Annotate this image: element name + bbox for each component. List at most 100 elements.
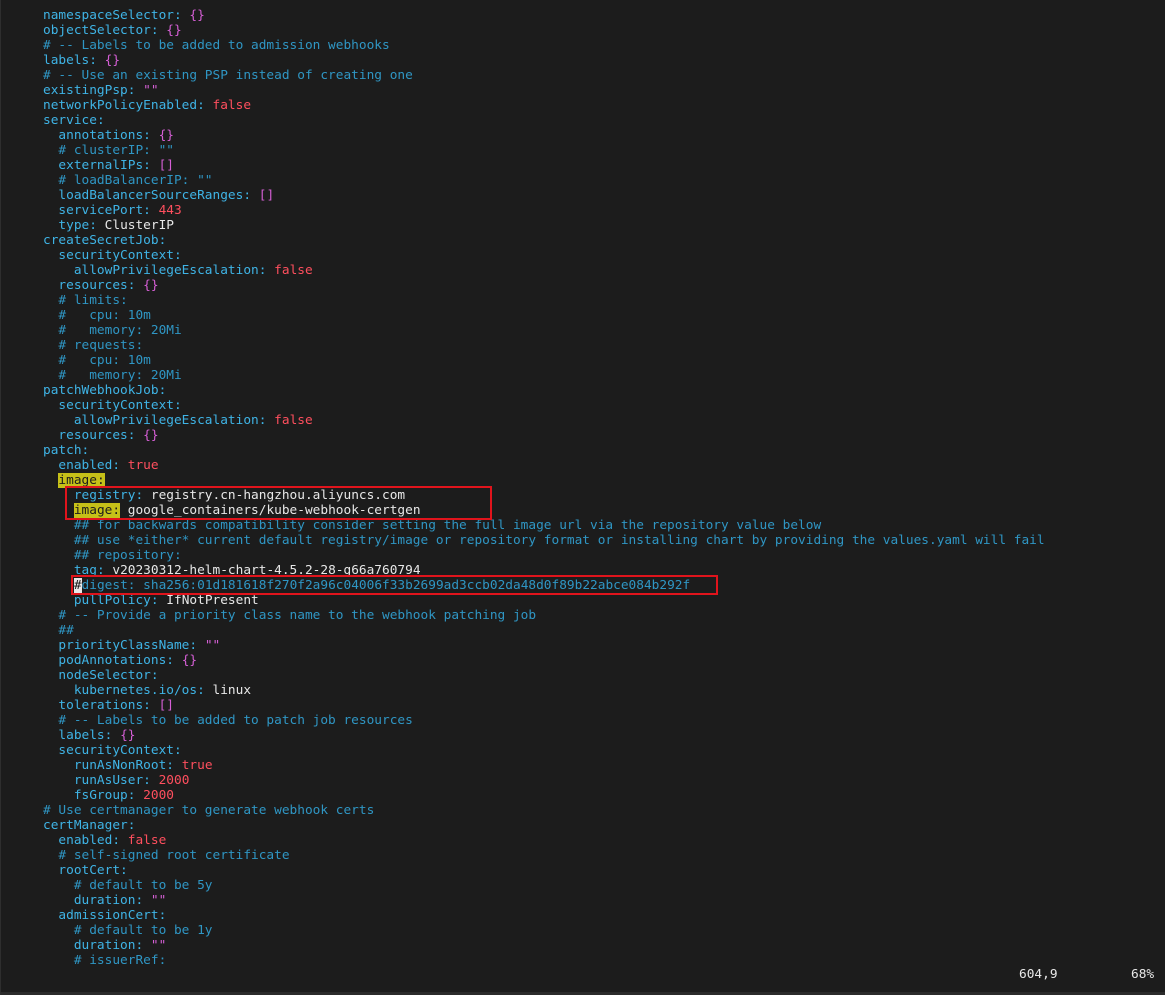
code-line[interactable]: admissionCert: — [43, 908, 1158, 923]
code-line[interactable]: certManager: — [43, 818, 1158, 833]
code-line[interactable]: ## — [43, 623, 1158, 638]
code-line[interactable]: priorityClassName: "" — [43, 638, 1158, 653]
code-line[interactable]: # limits: — [43, 293, 1158, 308]
code-line[interactable]: resources: {} — [43, 278, 1158, 293]
code-token: tolerations — [43, 698, 144, 713]
code-token: kubernetes.io/os — [43, 683, 198, 698]
code-line[interactable]: # self-signed root certificate — [43, 848, 1158, 863]
code-line[interactable]: tolerations: [] — [43, 698, 1158, 713]
code-line[interactable]: networkPolicyEnabled: false — [43, 98, 1158, 113]
code-token: labels — [43, 53, 90, 68]
code-line[interactable]: loadBalancerSourceRanges: [] — [43, 188, 1158, 203]
code-line[interactable]: ## use *either* current default registry… — [43, 533, 1158, 548]
code-token: : — [135, 488, 151, 503]
code-token: ## use *either* current default registry… — [43, 533, 1045, 548]
code-line[interactable]: patch: — [43, 443, 1158, 458]
code-line[interactable]: labels: {} — [43, 53, 1158, 68]
code-line[interactable]: enabled: false — [43, 833, 1158, 848]
code-line[interactable]: # default to be 1y — [43, 923, 1158, 938]
code-line[interactable]: existingPsp: "" — [43, 83, 1158, 98]
code-line[interactable]: # memory: 20Mi — [43, 323, 1158, 338]
code-token: : — [89, 53, 105, 68]
code-line[interactable]: # cpu: 10m — [43, 353, 1158, 368]
code-line[interactable]: # loadBalancerIP: "" — [43, 173, 1158, 188]
code-line[interactable]: # -- Use an existing PSP instead of crea… — [43, 68, 1158, 83]
code-line[interactable]: ## for backwards compatibility consider … — [43, 518, 1158, 533]
code-token: : — [158, 383, 167, 398]
code-token: 2000 — [143, 788, 174, 803]
code-token: digest: sha256:01d181618f270f2a96c04006f… — [81, 578, 691, 593]
code-line[interactable]: securityContext: — [43, 398, 1158, 413]
code-token: ## — [43, 623, 74, 638]
code-line[interactable]: # clusterIP: "" — [43, 143, 1158, 158]
terminal-window[interactable]: namespaceSelector: {} objectSelector: {} #… — [0, 0, 1165, 995]
code-line[interactable]: image: — [43, 473, 1158, 488]
code-line[interactable]: rootCert: — [43, 863, 1158, 878]
code-line[interactable]: kubernetes.io/os: linux — [43, 683, 1158, 698]
code-line[interactable]: externalIPs: [] — [43, 158, 1158, 173]
code-line[interactable]: runAsUser: 2000 — [43, 773, 1158, 788]
code-line[interactable]: createSecretJob: — [43, 233, 1158, 248]
code-line[interactable]: # Use certmanager to generate webhook ce… — [43, 803, 1158, 818]
code-token: : — [89, 218, 105, 233]
code-line[interactable]: pullPolicy: IfNotPresent — [43, 593, 1158, 608]
code-token: duration — [43, 893, 136, 908]
code-line[interactable]: nodeSelector: — [43, 668, 1158, 683]
code-token: podAnnotations — [43, 653, 167, 668]
code-line[interactable]: # memory: 20Mi — [43, 368, 1158, 383]
code-token: "" — [143, 83, 159, 98]
code-token: : — [158, 233, 167, 248]
code-token: # -- Use an existing PSP instead of crea… — [43, 68, 413, 83]
code-token: runAsNonRoot — [43, 758, 167, 773]
code-token: resources — [43, 278, 128, 293]
code-line[interactable]: registry: registry.cn-hangzhou.aliyuncs.… — [43, 488, 1158, 503]
code-line[interactable]: type: ClusterIP — [43, 218, 1158, 233]
code-token: securityContext — [43, 398, 174, 413]
code-line[interactable]: service: — [43, 113, 1158, 128]
code-line[interactable]: securityContext: — [43, 743, 1158, 758]
code-token: {} — [166, 23, 182, 38]
code-line[interactable]: enabled: true — [43, 458, 1158, 473]
code-token: allowPrivilegeEscalation — [43, 263, 259, 278]
code-line[interactable]: # default to be 5y — [43, 878, 1158, 893]
code-line[interactable]: allowPrivilegeEscalation: false — [43, 263, 1158, 278]
code-line[interactable]: podAnnotations: {} — [43, 653, 1158, 668]
code-line[interactable]: duration: "" — [43, 893, 1158, 908]
code-line[interactable]: # -- Labels to be added to patch job res… — [43, 713, 1158, 728]
code-token: ClusterIP — [104, 218, 174, 233]
search-match: image: — [58, 473, 105, 488]
code-token: certManager — [43, 818, 128, 833]
code-token: type — [43, 218, 90, 233]
code-token: : — [104, 728, 121, 743]
code-token: : — [173, 743, 182, 758]
code-line[interactable]: securityContext: — [43, 248, 1158, 263]
code-line[interactable]: # cpu: 10m — [43, 308, 1158, 323]
code-token: # limits: — [43, 293, 128, 308]
code-token: : — [173, 398, 182, 413]
vim-editor-buffer[interactable]: namespaceSelector: {} objectSelector: {} #… — [43, 8, 1158, 968]
code-token: : — [127, 278, 144, 293]
code-line[interactable]: runAsNonRoot: true — [43, 758, 1158, 773]
code-line[interactable]: allowPrivilegeEscalation: false — [43, 413, 1158, 428]
code-line[interactable]: objectSelector: {} — [43, 23, 1158, 38]
code-line[interactable]: # requests: — [43, 338, 1158, 353]
code-line[interactable]: namespaceSelector: {} — [43, 8, 1158, 23]
code-line[interactable]: labels: {} — [43, 728, 1158, 743]
code-line[interactable]: image: google_containers/kube-webhook-ce… — [43, 503, 1158, 518]
code-line[interactable]: servicePort: 443 — [43, 203, 1158, 218]
code-line[interactable]: annotations: {} — [43, 128, 1158, 143]
code-line[interactable]: resources: {} — [43, 428, 1158, 443]
code-line[interactable]: fsGroup: 2000 — [43, 788, 1158, 803]
code-line[interactable]: # -- Labels to be added to admission web… — [43, 38, 1158, 53]
code-line[interactable]: ## repository: — [43, 548, 1158, 563]
code-token: false — [274, 413, 313, 428]
code-line[interactable]: # -- Provide a priority class name to th… — [43, 608, 1158, 623]
code-line[interactable]: duration: "" — [43, 938, 1158, 953]
code-line[interactable]: #digest: sha256:01d181618f270f2a96c04006… — [43, 578, 1158, 593]
code-line[interactable]: tag: v20230312-helm-chart-4.5.2-28-g66a7… — [43, 563, 1158, 578]
text-cursor: # — [73, 578, 82, 593]
code-token: # requests: — [43, 338, 144, 353]
code-token: enabled — [43, 833, 113, 848]
code-line[interactable]: patchWebhookJob: — [43, 383, 1158, 398]
